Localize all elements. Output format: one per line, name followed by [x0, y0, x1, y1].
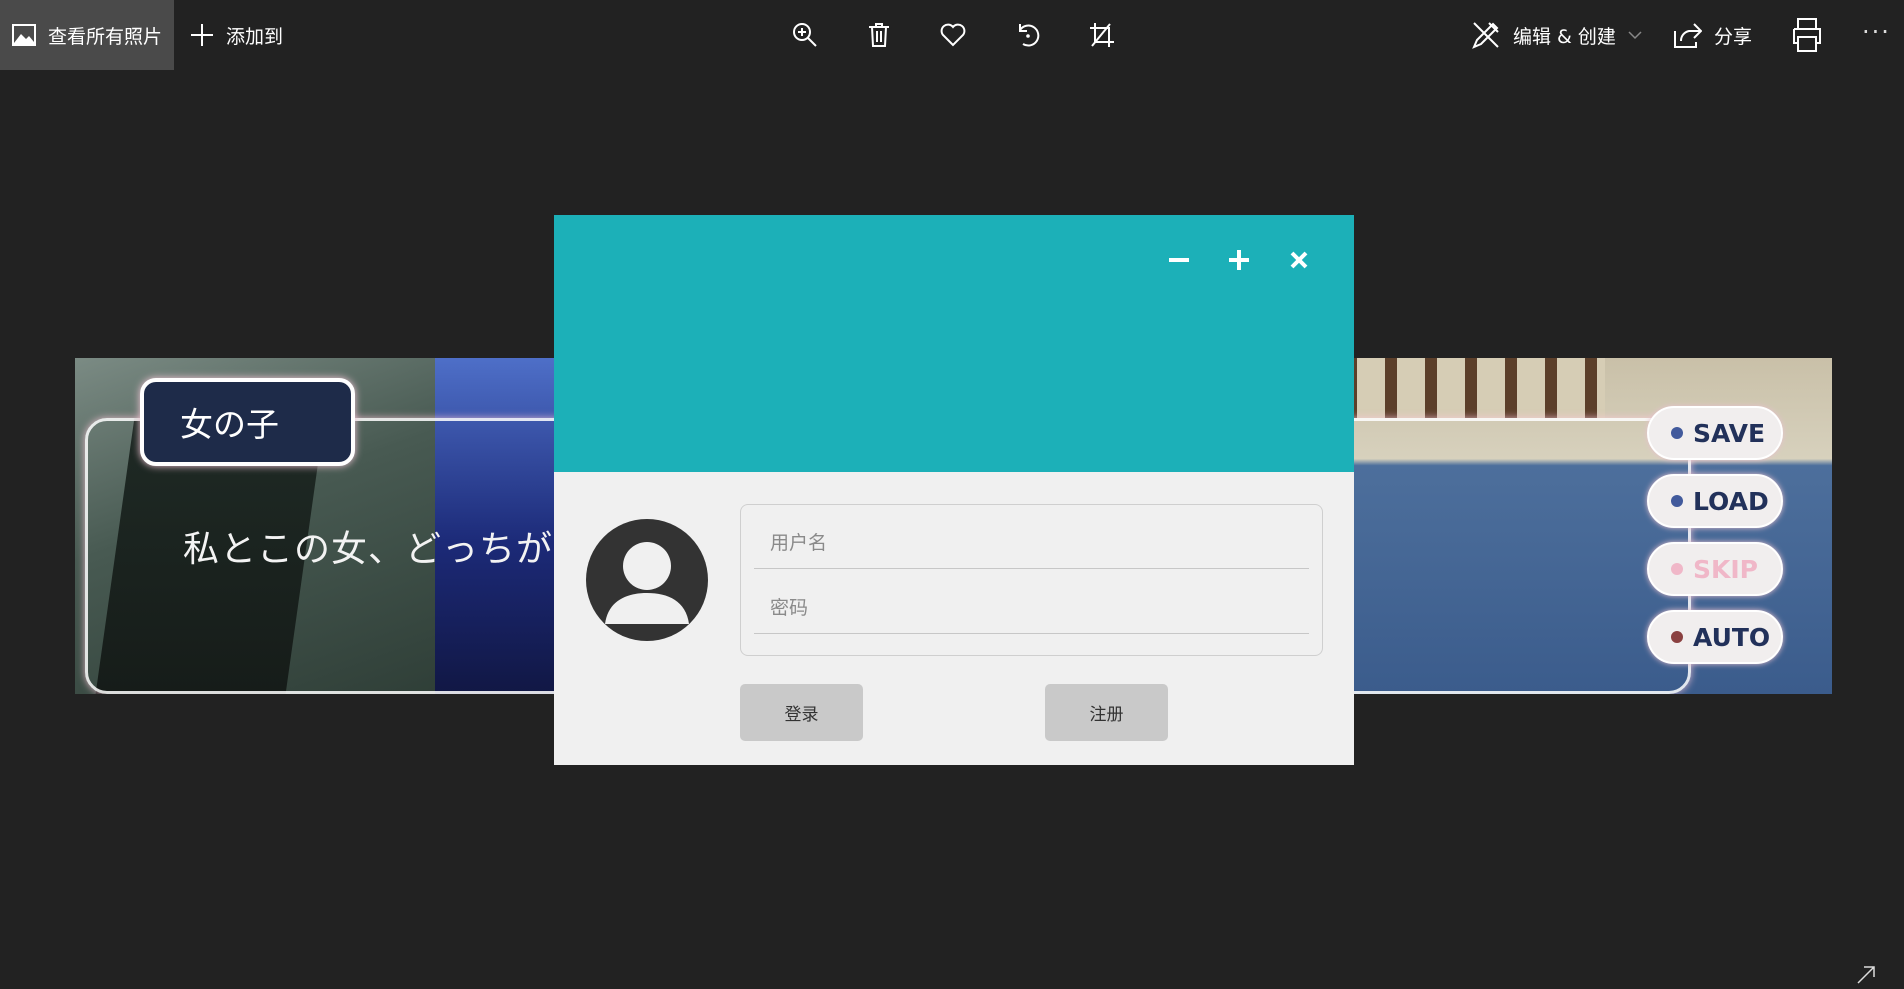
dot-icon: [1671, 563, 1683, 575]
close-icon[interactable]: [1284, 245, 1314, 275]
expand-icon[interactable]: [1856, 965, 1876, 985]
image-icon: [12, 24, 36, 46]
photo-dialogue-text: 私とこの女、どっちが: [183, 529, 554, 570]
plus-icon: [190, 23, 214, 47]
maximize-plus-icon[interactable]: [1224, 245, 1254, 275]
minimize-icon[interactable]: [1164, 245, 1194, 275]
more-options-button[interactable]: ···: [1862, 20, 1896, 48]
username-input[interactable]: [754, 530, 1309, 555]
edit-create-label: 编辑 & 创建: [1513, 25, 1616, 48]
view-all-photos-button[interactable]: 查看所有照片: [0, 0, 174, 70]
print-icon[interactable]: [1790, 17, 1824, 53]
photos-toolbar: 查看所有照片 添加到 编辑 & 创建 分享 ···: [0, 0, 1904, 70]
photo-skip-label: SKIP: [1693, 554, 1759, 584]
username-field: [754, 517, 1309, 569]
photo-load-button: LOAD: [1647, 474, 1783, 528]
crop-icon[interactable]: [1085, 18, 1119, 52]
register-button[interactable]: 注册: [1045, 684, 1168, 741]
rotate-icon[interactable]: [1011, 18, 1045, 52]
delete-icon[interactable]: [862, 18, 896, 52]
add-to-button[interactable]: 添加到: [190, 0, 283, 70]
dot-icon: [1671, 495, 1683, 507]
view-all-photos-label: 查看所有照片: [48, 25, 163, 48]
heart-icon[interactable]: [936, 18, 970, 52]
password-input[interactable]: [754, 595, 1309, 620]
share-button[interactable]: 分享: [1672, 0, 1752, 70]
share-label: 分享: [1714, 25, 1753, 48]
share-icon: [1672, 21, 1702, 49]
chevron-down-icon: [1628, 30, 1642, 40]
photo-name-tag: 女の子: [140, 378, 355, 466]
photo-auto-label: AUTO: [1693, 622, 1771, 652]
photo-save-label: SAVE: [1693, 418, 1766, 448]
password-field: [754, 582, 1309, 634]
dot-icon: [1671, 427, 1683, 439]
add-to-label: 添加到: [226, 25, 284, 48]
login-dialog-header: [554, 215, 1354, 472]
photo-load-label: LOAD: [1693, 486, 1769, 516]
login-dialog: 登录 注册: [554, 215, 1354, 765]
credentials-box: [740, 504, 1323, 656]
photo-auto-button: AUTO: [1647, 610, 1783, 664]
edit-pencil-icon: [1471, 20, 1501, 50]
user-avatar-icon: [586, 519, 708, 641]
login-button[interactable]: 登录: [740, 684, 863, 741]
photo-save-button: SAVE: [1647, 406, 1783, 460]
zoom-icon[interactable]: [788, 18, 822, 52]
photo-skip-button: SKIP: [1647, 542, 1783, 596]
edit-create-button[interactable]: 编辑 & 创建: [1471, 0, 1642, 70]
dot-icon: [1671, 631, 1683, 643]
